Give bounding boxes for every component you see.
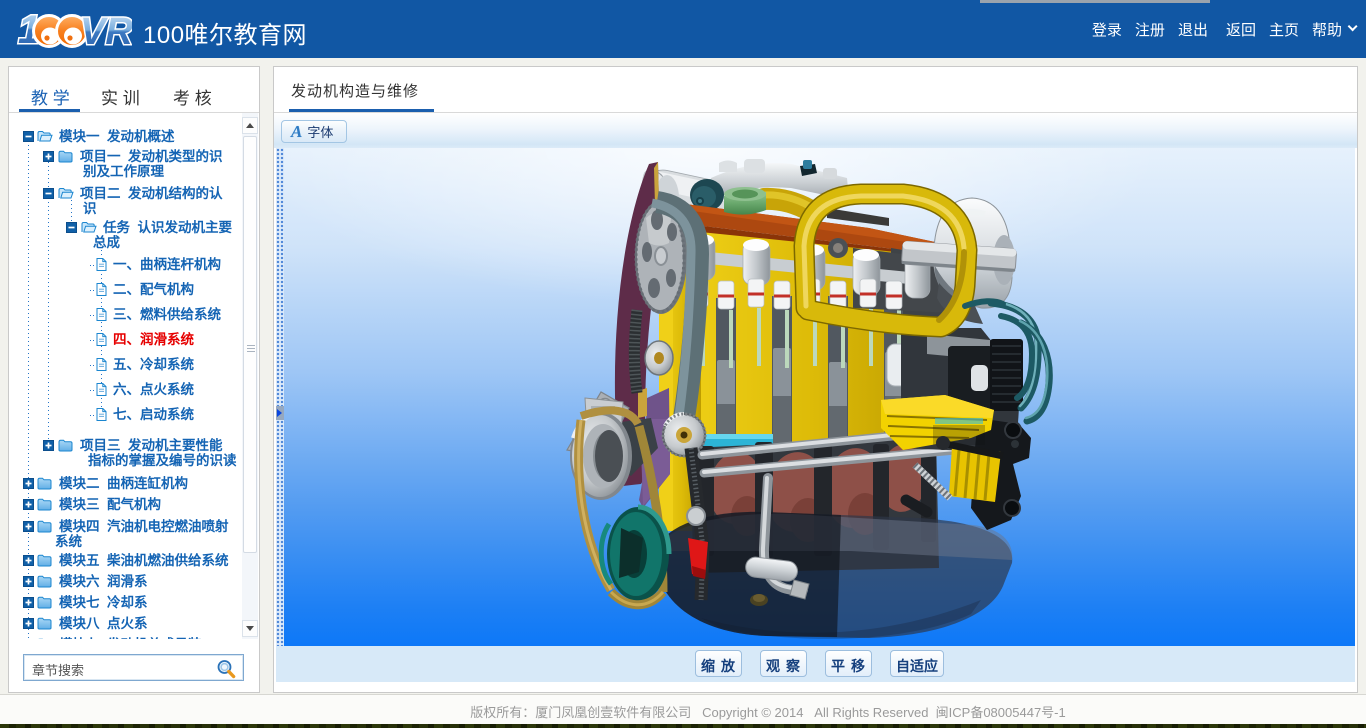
svg-text:VR: VR — [80, 11, 132, 51]
